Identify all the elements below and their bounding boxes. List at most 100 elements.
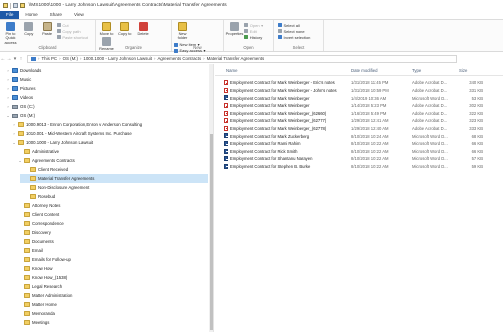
table-row[interactable]: Employment Contract for Mark Weinberger 1…: [215, 94, 503, 102]
pin-to-quick-access-button[interactable]: Pin to Quick access: [2, 22, 19, 45]
history-button[interactable]: History: [244, 34, 263, 40]
breadcrumb-separator: ›: [203, 56, 205, 61]
table-row[interactable]: Employment Contract for Rami Rahim 8/10/2…: [215, 140, 503, 148]
select-none-icon: [278, 29, 282, 33]
breadcrumb-agreements-contracts[interactable]: Agreements Contracts: [157, 56, 201, 61]
nav-item-label: Matter Administration: [32, 293, 73, 298]
table-row[interactable]: Employment Contract for Mark Weinberger …: [215, 79, 503, 87]
nav-item-downloads[interactable]: › Downloads: [6, 66, 41, 75]
table-row[interactable]: Employment Contract for Shantanu Narayen…: [215, 155, 503, 163]
table-row[interactable]: Employment Contract for Mark Weinberger_…: [215, 109, 503, 117]
nav-item-label: Know How: [32, 266, 53, 271]
chevron-right-icon: ›: [13, 131, 15, 136]
nav-item-rosebud[interactable]: Rosebud: [24, 192, 55, 201]
column-header-date-modified[interactable]: Date modified: [351, 68, 378, 73]
nav-item-legal-research[interactable]: Legal Research: [18, 282, 62, 291]
nav-item-label: Emails for Follow-up: [32, 257, 71, 262]
nav-item-email[interactable]: Email: [18, 246, 43, 255]
nav-item-label: Material Transfer Agreements: [38, 176, 95, 181]
breadcrumb-separator: ›: [38, 56, 40, 61]
table-row[interactable]: Employment Contract for Mark Weinberger …: [215, 87, 503, 95]
music-icon: [12, 77, 18, 82]
nav-item-label: Matter Home: [32, 302, 57, 307]
breadcrumb-os-m[interactable]: OS (M:): [63, 56, 78, 61]
file-size: 331 KB: [469, 87, 483, 93]
up-arrow-icon[interactable]: ↑: [18, 56, 24, 62]
nav-item-os-m[interactable]: ⌄ OS (M:): [6, 111, 35, 120]
select-all-icon: [278, 23, 282, 27]
file-size: 66 KB: [471, 141, 483, 147]
properties-button[interactable]: Properties: [226, 22, 243, 36]
nav-item-know-how-1538[interactable]: Know How_(1538): [18, 273, 67, 282]
nav-item-correspondence[interactable]: Correspondence: [18, 219, 64, 228]
nav-item-matter-administration[interactable]: Matter Administration: [18, 291, 72, 300]
nav-item-emails-for-follow-up[interactable]: Emails for Follow-up: [18, 255, 71, 264]
nav-item-memoranda[interactable]: Memoranda: [18, 309, 55, 318]
table-row[interactable]: Employment Contract for Mark Weinberger 1…: [215, 102, 503, 110]
move-to-button[interactable]: Move to: [98, 22, 115, 36]
table-row[interactable]: Employment Contract for Rick Smith 8/10/2…: [215, 147, 503, 155]
nav-scrollbar-thumb[interactable]: [210, 134, 213, 330]
tab-home[interactable]: Home: [19, 11, 43, 19]
nav-item-client-received[interactable]: Client Received: [24, 165, 68, 174]
column-header-name[interactable]: Name: [226, 68, 237, 73]
file-name: Employment Contract for Mark Weinberger: [230, 95, 310, 101]
nav-item-meetings[interactable]: Meetings: [18, 318, 49, 327]
nav-item-label: Rosebud: [38, 194, 56, 199]
chevron-down-icon: ⌄: [6, 113, 10, 118]
folder-icon: [24, 149, 30, 154]
file-name: Employment Contract for Mark Weinberger …: [230, 87, 337, 93]
invert-selection-button[interactable]: Invert selection: [278, 34, 310, 40]
nav-item-pictures[interactable]: › Pictures: [6, 84, 36, 93]
nav-item-attorney-notes[interactable]: Attorney Notes: [18, 201, 60, 210]
table-row[interactable]: Employment Contract for Stephen B. Burke…: [215, 163, 503, 171]
tab-share[interactable]: Share: [44, 11, 68, 19]
file-name: Employment Contract for Mark Weinberger_…: [230, 110, 327, 116]
nav-item-know-how[interactable]: Know How: [18, 264, 53, 273]
nav-item-matter-home[interactable]: Matter Home: [18, 300, 57, 309]
nav-item-videos[interactable]: › Videos: [6, 93, 33, 102]
tab-view[interactable]: View: [68, 11, 90, 19]
folder-icon: [30, 176, 36, 181]
paste-button[interactable]: Paste: [39, 22, 56, 36]
nav-item-music[interactable]: › Music: [6, 75, 31, 84]
nav-item-enron[interactable]: › 1000.9013 - Enron Corporation,Enron v A…: [12, 120, 142, 129]
column-header-type[interactable]: Type: [412, 68, 421, 73]
new-folder-icon[interactable]: [19, 3, 25, 8]
properties-icon[interactable]: [12, 3, 18, 8]
breadcrumb-this-pc[interactable]: This PC: [41, 56, 57, 61]
paste-shortcut-button[interactable]: Paste shortcut: [56, 34, 88, 40]
nav-item-label: Pictures: [20, 86, 36, 91]
new-folder-button[interactable]: New folder: [174, 22, 191, 41]
tab-file[interactable]: File: [0, 11, 20, 19]
nav-item-documents[interactable]: Documents: [18, 237, 54, 246]
file-size: 322 KB: [469, 110, 483, 116]
breadcrumb-larry-johnson-lawsuit[interactable]: 1000.1000 - Larry Johnson Lawsuit: [83, 56, 152, 61]
nav-item-os-c[interactable]: › OS (C:): [6, 102, 34, 111]
table-row[interactable]: Employment Contract for Mark Zuckerberg 8…: [215, 132, 503, 140]
column-header-size[interactable]: Size: [459, 68, 467, 73]
pin-icon: [6, 22, 15, 31]
breadcrumb-material-transfer-agreements[interactable]: Material Transfer Agreements: [207, 56, 265, 61]
nav-item-non-disclosure-agreement[interactable]: Non-Disclosure Agreement: [24, 183, 89, 192]
nav-item-material-transfer-agreements[interactable]: Material Transfer Agreements: [20, 174, 208, 183]
address-bar[interactable]: › This PC › OS (M:) › 1000.1000 - Larry …: [27, 54, 457, 63]
nav-item-larry-johnson[interactable]: ⌄ 1000.1000 - Larry Johnson Lawsuit: [12, 138, 93, 147]
nav-item-administrative[interactable]: Administrative: [18, 147, 59, 156]
nav-item-label: Client Content: [32, 212, 60, 217]
table-row[interactable]: Employment Contract for Mark Weinberger_…: [215, 125, 503, 133]
downloads-icon: [12, 68, 18, 73]
nav-item-discovery[interactable]: Discovery: [18, 228, 51, 237]
nav-item-mid-western[interactable]: › 1010.001 - Mid-Western Aircraft Systems…: [12, 129, 131, 138]
nav-item-client-content[interactable]: Client Content: [18, 210, 59, 219]
delete-button[interactable]: Delete: [135, 22, 152, 36]
nav-item-agreements-contracts[interactable]: ⌄ Agreements Contracts: [18, 156, 74, 165]
copy-to-button[interactable]: Copy to: [116, 22, 133, 36]
copy-button[interactable]: Copy: [20, 22, 37, 36]
clipboard-group-label: Clipboard: [38, 45, 57, 50]
folder-icon: [24, 284, 30, 289]
folder-icon[interactable]: [3, 3, 8, 8]
videos-icon: [12, 95, 18, 100]
new-group-label: New: [193, 45, 202, 50]
table-row[interactable]: Employment Contract for Mark Weinberger_…: [215, 117, 503, 125]
